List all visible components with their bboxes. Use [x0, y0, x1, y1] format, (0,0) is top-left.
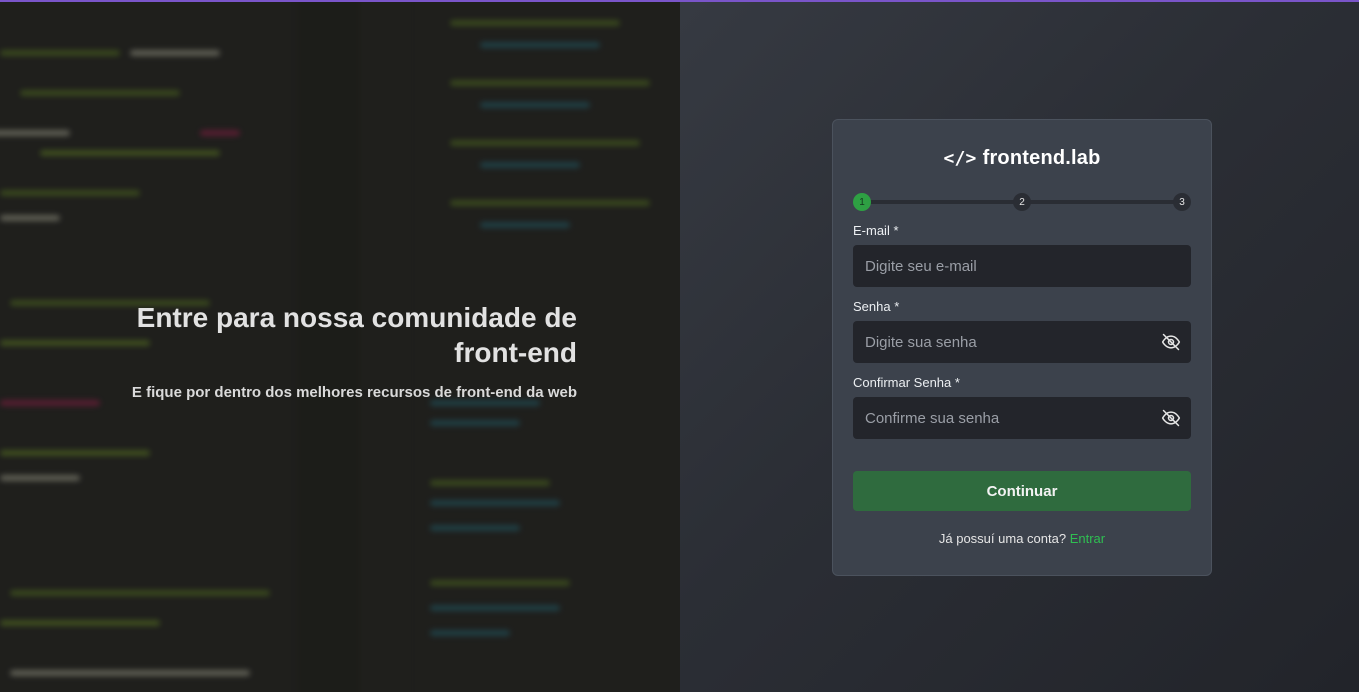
hero-subtitle: E fique por dentro dos melhores recursos… [131, 384, 577, 401]
hero-text-block: Entre para nossa comunidade de front-end… [57, 300, 577, 401]
code-brackets-icon: </> [943, 147, 977, 169]
hero-title: Entre para nossa comunidade de front-end [136, 302, 577, 368]
progress-stepper: 1 2 3 [853, 193, 1191, 211]
step-3: 3 [1173, 193, 1191, 211]
email-label: E-mail * [853, 223, 899, 238]
login-prompt: Já possuí uma conta? Entrar [853, 531, 1191, 546]
login-link[interactable]: Entrar [1070, 531, 1105, 546]
step-2: 2 [1013, 193, 1031, 211]
email-field-wrapper [853, 245, 1191, 287]
signup-card: </> frontend.lab 1 2 3 E-mail * Senha * … [832, 119, 1212, 576]
eye-off-icon[interactable] [1161, 408, 1181, 428]
step-1: 1 [853, 193, 871, 211]
confirm-password-field[interactable] [853, 397, 1191, 439]
email-field[interactable] [853, 245, 1191, 287]
password-field-wrapper [853, 321, 1191, 363]
continue-button[interactable]: Continuar [853, 471, 1191, 511]
eye-off-icon[interactable] [1161, 332, 1181, 352]
confirm-password-label: Confirmar Senha * [853, 375, 960, 390]
login-prompt-text: Já possuí uma conta? [938, 531, 1067, 546]
brand-name: frontend.lab [982, 146, 1101, 169]
brand-logo: </> frontend.lab [853, 147, 1191, 169]
hero-panel: Entre para nossa comunidade de front-end… [0, 0, 680, 692]
confirm-password-field-wrapper [853, 397, 1191, 439]
password-label: Senha * [853, 299, 900, 314]
top-accent-bar [0, 0, 1359, 2]
password-field[interactable] [853, 321, 1191, 363]
